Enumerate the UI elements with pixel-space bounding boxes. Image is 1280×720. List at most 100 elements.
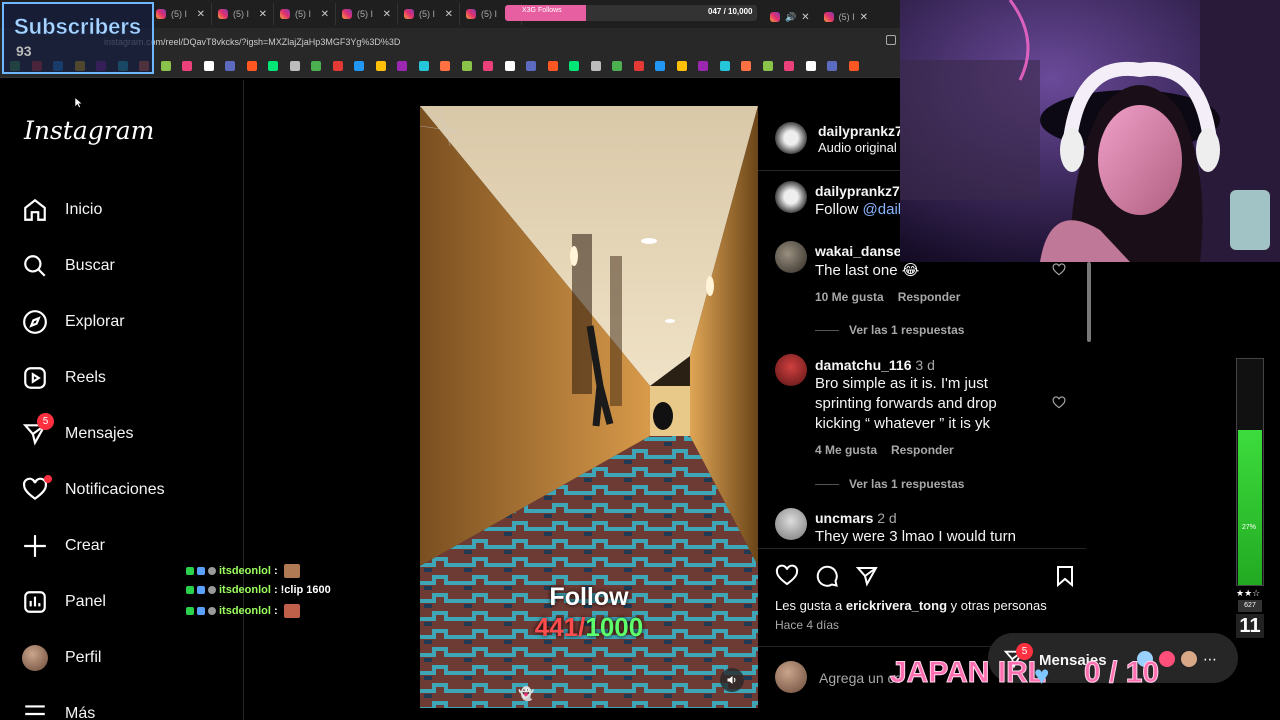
- comment-user[interactable]: wakai_dansei_: [815, 243, 913, 259]
- browser-tab[interactable]: (5) I✕: [212, 3, 274, 25]
- caption-avatar[interactable]: [775, 181, 807, 213]
- bookmark-icon[interactable]: [483, 61, 493, 71]
- avatar: [1179, 649, 1199, 669]
- bookmark-icon[interactable]: [461, 61, 472, 71]
- bookmark-icon[interactable]: [784, 61, 794, 71]
- avatar: [22, 645, 48, 671]
- webcam-scene: [900, 0, 1280, 262]
- bookmark-icon[interactable]: [805, 61, 816, 71]
- bookmark-icon[interactable]: [719, 61, 730, 71]
- bookmark-icon[interactable]: [289, 61, 300, 71]
- like-heart-icon[interactable]: [1052, 396, 1066, 410]
- bookmark-icon[interactable]: [311, 61, 321, 71]
- mute-button[interactable]: [720, 668, 744, 692]
- comment-user[interactable]: uncmars 2 d: [815, 510, 897, 526]
- bookmark-icon[interactable]: [698, 61, 708, 71]
- bookmark-icon[interactable]: [225, 61, 235, 71]
- nav-mas[interactable]: Más: [22, 701, 95, 720]
- bookmark-icon[interactable]: [633, 61, 644, 71]
- badge-icon: [186, 607, 194, 615]
- comment-avatar[interactable]: [775, 354, 807, 386]
- badge-icon: [197, 567, 205, 575]
- nav-inicio[interactable]: Inicio: [22, 197, 102, 223]
- nav-mensajes[interactable]: 5 Mensajes: [22, 413, 133, 447]
- bookmark-icon[interactable]: [268, 61, 278, 71]
- bookmark-icon[interactable]: [848, 61, 859, 71]
- browser-tab[interactable]: (5) I✕: [150, 3, 212, 25]
- bookmark-icon[interactable]: [332, 61, 343, 71]
- like-button-icon[interactable]: [775, 564, 799, 588]
- bookmark-icon[interactable]: [1053, 564, 1077, 588]
- like-heart-icon[interactable]: [1052, 263, 1066, 277]
- comment-avatar[interactable]: [775, 241, 807, 273]
- comment-icon[interactable]: [815, 564, 839, 588]
- speaker-icon: 🔊: [785, 11, 797, 22]
- speaker-icon: [727, 676, 736, 684]
- avatar: [1157, 649, 1177, 669]
- instagram-logo[interactable]: Instagram: [24, 116, 154, 145]
- browser-tab[interactable]: (5) I✕: [398, 3, 460, 25]
- bookmark-icon[interactable]: [569, 61, 579, 71]
- sidebar: [0, 80, 244, 720]
- close-icon[interactable]: ✕: [445, 9, 453, 20]
- nav-buscar[interactable]: Buscar: [22, 253, 115, 279]
- bookmark-icon[interactable]: [504, 61, 515, 71]
- author-avatar[interactable]: [775, 122, 807, 154]
- follow-counter: 441/1000: [534, 612, 644, 642]
- messages-badge: 5: [37, 413, 54, 430]
- audio-label[interactable]: Audio original: [818, 140, 897, 155]
- close-icon[interactable]: ✕: [801, 12, 809, 23]
- bookmark-icon[interactable]: [612, 61, 622, 71]
- browser-tab[interactable]: (5) I✕: [823, 6, 868, 28]
- bookmark-icon[interactable]: [655, 61, 665, 71]
- nav-reels[interactable]: Reels: [22, 365, 106, 391]
- view-replies[interactable]: Ver las 1 respuestas: [815, 323, 964, 337]
- browser-tab[interactable]: (5) I✕: [274, 3, 336, 25]
- bookmark-icon[interactable]: [440, 61, 450, 71]
- comment-user[interactable]: damatchu_116 3 d: [815, 357, 935, 373]
- bookmark-icon[interactable]: [547, 61, 558, 71]
- notification-dot: [44, 475, 52, 483]
- badge-icon: [186, 586, 194, 594]
- browser-tab[interactable]: (5) I✕: [336, 3, 398, 25]
- instagram-icon: [342, 9, 352, 19]
- nav-panel[interactable]: Panel: [22, 589, 106, 615]
- bookmark-icon[interactable]: [418, 61, 429, 71]
- nav-notificaciones[interactable]: Notificaciones: [22, 475, 165, 503]
- bookmark-icon[interactable]: [827, 61, 837, 71]
- bookmark-icon[interactable]: [762, 61, 773, 71]
- bookmark-icon[interactable]: [676, 61, 687, 71]
- close-icon[interactable]: ✕: [197, 9, 205, 20]
- bookmark-icon[interactable]: [590, 61, 601, 71]
- scrollbar-thumb[interactable]: [1087, 262, 1091, 342]
- emote-icon: [283, 604, 300, 618]
- browser-tab[interactable]: 🔊 ✕: [770, 6, 810, 28]
- bookmark-icon[interactable]: [741, 61, 751, 71]
- nav-crear[interactable]: Crear: [22, 533, 105, 559]
- bookmark-icon[interactable]: [375, 61, 386, 71]
- view-replies[interactable]: Ver las 1 respuestas: [815, 477, 964, 491]
- instagram-icon: [156, 9, 166, 19]
- screenshot-icon[interactable]: [886, 35, 896, 45]
- bookmark-icon[interactable]: [160, 61, 171, 71]
- nav-explorar[interactable]: Explorar: [22, 309, 125, 335]
- nav-perfil[interactable]: Perfil: [22, 645, 101, 671]
- chat-line: itsdeonlol: !clip 1600: [186, 584, 331, 596]
- bookmark-icon[interactable]: [246, 61, 257, 71]
- bookmark-icon[interactable]: [203, 61, 214, 71]
- post-author[interactable]: dailyprankz7: [818, 123, 903, 139]
- close-icon[interactable]: ✕: [321, 9, 329, 20]
- caption-user[interactable]: dailyprankz7: [815, 183, 900, 199]
- comment-avatar[interactable]: [775, 508, 807, 540]
- close-icon[interactable]: ✕: [860, 12, 868, 23]
- bookmark-icon[interactable]: [182, 61, 192, 71]
- close-icon[interactable]: ✕: [383, 9, 391, 20]
- bookmark-icon[interactable]: [397, 61, 407, 71]
- close-icon[interactable]: ✕: [259, 9, 267, 20]
- bookmark-icon[interactable]: [526, 61, 536, 71]
- replies-line: [815, 329, 839, 331]
- share-icon[interactable]: [855, 564, 879, 588]
- more-icon[interactable]: ⋯: [1203, 651, 1217, 668]
- comment-meta: 4 Me gusta Responder: [815, 443, 954, 457]
- bookmark-icon[interactable]: [354, 61, 364, 71]
